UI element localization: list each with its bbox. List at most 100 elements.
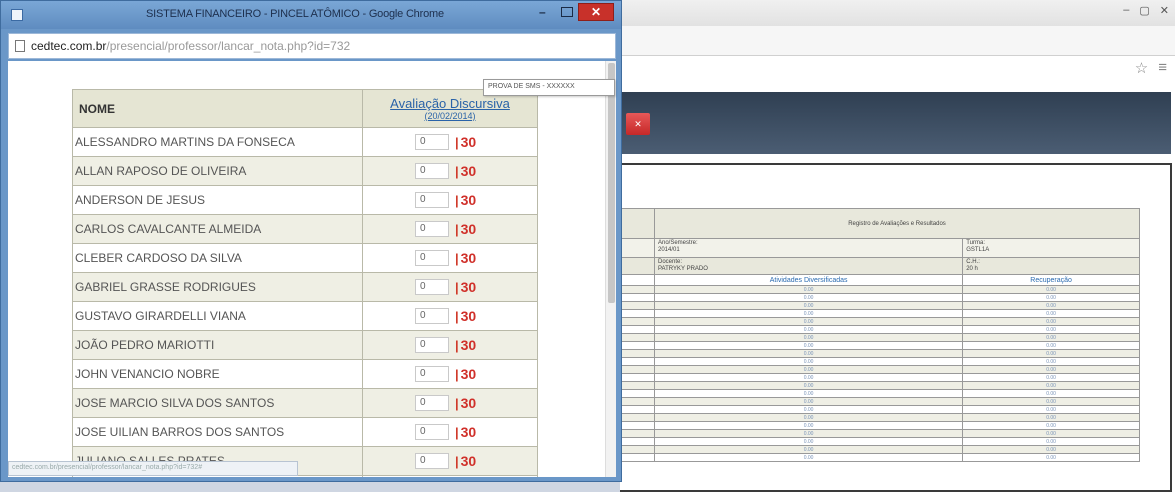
report-cell-recuperacao: 0.00 — [962, 349, 1140, 358]
report-cell-recuperacao: 0.00 — [962, 285, 1140, 294]
report-cell-atividades: 0.00 — [653, 373, 964, 382]
background-minimize-button[interactable]: – — [1123, 4, 1129, 17]
grade-cell: 0|30 — [362, 214, 538, 244]
url-bar[interactable]: cedtec.com.br/presencial/professor/lanca… — [8, 33, 616, 59]
grade-max-value: 30 — [460, 279, 477, 295]
report-cell-atividades: 0.00 — [653, 397, 964, 406]
grade-input[interactable]: 0 — [415, 250, 449, 266]
report-cell-recuperacao: 0.00 — [962, 373, 1140, 382]
report-cell-atividades: 0.00 — [653, 357, 964, 366]
scrollbar[interactable] — [605, 61, 616, 477]
report-cell-recuperacao: 0.00 — [962, 405, 1140, 414]
table-row: CARLOS CAVALCANTE ALMEIDA 0 | 30 — [72, 214, 538, 244]
grades-rows: ALESSANDRO MARTINS DA FONSECA 0 | 30 ALLAN R… — [72, 127, 538, 477]
grade-cell: 0 |30 — [362, 272, 538, 302]
grade-separator: | — [455, 424, 459, 440]
report-col-atividades[interactable]: Atividades Diversificadas — [653, 274, 964, 286]
evaluation-date[interactable]: (20/02/2014) — [363, 111, 537, 122]
grade-separator: | — [455, 163, 459, 179]
background-window-controls: – ▢ ✕ — [1123, 4, 1169, 17]
grade-input[interactable]: 0 — [415, 366, 449, 382]
table-row: JOSE MARCIO SILVA DOS SANTOS 0 | 30 — [72, 388, 538, 418]
report-cell-recuperacao: 0.00 — [962, 421, 1140, 430]
grades-table: NOME Avaliação Discursiva (20/02/2014) A… — [72, 89, 538, 477]
grade-input[interactable]: 0 — [415, 221, 449, 237]
grade-input[interactable]: 0 — [415, 134, 449, 150]
table-row: ALLAN RAPOSO DE OLIVEIRA 0 | 30 — [72, 156, 538, 186]
grade-input[interactable]: 0 — [415, 279, 449, 295]
grade-max-value: 30 — [460, 308, 477, 324]
report-cell-recuperacao: 0.00 — [962, 429, 1140, 438]
report-col-recuperacao[interactable]: Recuperação — [962, 274, 1140, 286]
popup-window: SISTEMA FINANCEIRO - PINCEL ATÔMICO - Go… — [0, 0, 622, 482]
grade-separator: | — [455, 366, 459, 382]
student-name: JOSE MARCIO SILVA DOS SANTOS — [72, 388, 363, 418]
report-cell-recuperacao: 0.00 — [962, 381, 1140, 390]
grade-separator: | — [455, 308, 459, 324]
report-row: 0.00 0.00 — [620, 285, 1140, 294]
grade-max-value: 30 — [460, 163, 477, 179]
close-button[interactable]: ✕ — [578, 3, 614, 21]
report-row: 0.00 0.00 — [620, 421, 1140, 430]
table-row: JOÃO PEDRO MARIOTTI 0 | 30 — [72, 330, 538, 360]
report-cell-recuperacao: 0.00 — [962, 397, 1140, 406]
report-cell-atividades: 0.00 — [653, 389, 964, 398]
grade-input[interactable]: 0 — [415, 395, 449, 411]
star-icon[interactable]: ☆ — [1135, 59, 1148, 77]
page-document-icon — [15, 40, 25, 52]
grade-cell: 0 |30 — [362, 156, 538, 186]
report-row: 0.00 0.00 — [620, 429, 1140, 438]
background-close-icon[interactable]: ✕ — [626, 113, 650, 135]
table-row: JOSE UILIAN BARROS DOS SANTOS 0 | 30 — [72, 417, 538, 447]
grade-cell: 0|30 — [362, 388, 538, 418]
grade-input[interactable]: 0 — [415, 163, 449, 179]
grade-separator: | — [455, 279, 459, 295]
column-header-name: NOME — [72, 89, 363, 128]
grade-input[interactable]: 0 — [415, 192, 449, 208]
grade-input[interactable]: 0 — [415, 308, 449, 324]
grade-input[interactable]: 0 — [415, 337, 449, 353]
grade-input[interactable]: 0 — [415, 453, 449, 469]
grade-cell: 0 |30 — [362, 185, 538, 215]
url-text: cedtec.com.br/presencial/professor/lanca… — [31, 39, 351, 53]
report-cell-recuperacao: 0.00 — [962, 413, 1140, 422]
menu-icon[interactable]: ≡ — [1158, 59, 1167, 77]
student-name: ALLAN RAPOSO DE OLIVEIRA — [72, 156, 363, 186]
report-cell-recuperacao: 0.00 — [962, 325, 1140, 334]
background-maximize-button[interactable]: ▢ — [1139, 4, 1149, 17]
report-cell-recuperacao: 0.00 — [962, 389, 1140, 398]
student-name: JOÃO PEDRO MARIOTTI — [72, 330, 363, 360]
report-cell-recuperacao: 0.00 — [962, 453, 1140, 462]
report-row: 0.00 0.00 — [620, 317, 1140, 326]
report-cell-recuperacao: 0.00 — [962, 293, 1140, 302]
grade-max-value: 30 — [460, 134, 477, 150]
grade-cell: 0|30 — [362, 417, 538, 447]
table-row: JOHN VENANCIO NOBRE 0 | 30 — [72, 359, 538, 389]
grade-input[interactable]: 0 — [415, 424, 449, 440]
grade-max-value: 30 — [460, 250, 477, 266]
grade-cell: 0|30 — [362, 475, 538, 477]
report-row: 0.00 0.00 — [620, 389, 1140, 398]
table-row: CLEBER CARDOSO DA SILVA 0 | 30 — [72, 243, 538, 273]
background-close-button[interactable]: ✕ — [1160, 4, 1169, 17]
grade-max-value: 30 — [460, 221, 477, 237]
minimize-button[interactable]: – — [539, 5, 546, 19]
report-row: 0.00 0.00 — [620, 357, 1140, 366]
grade-separator: | — [455, 192, 459, 208]
scrollbar-thumb[interactable] — [608, 63, 615, 303]
report-cell-atividades: 0.00 — [653, 381, 964, 390]
status-bar-url: cedtec.com.br/presencial/professor/lanca… — [8, 461, 298, 476]
grade-cell: 0|30 — [362, 243, 538, 273]
maximize-button[interactable] — [561, 7, 573, 17]
grade-separator: | — [455, 337, 459, 353]
tooltip: PROVA DE SMS - XXXXXX — [483, 79, 615, 96]
report-row: 0.00 0.00 — [620, 349, 1140, 358]
student-name: CLEBER CARDOSO DA SILVA — [72, 243, 363, 273]
student-name: JOHN VENANCIO NOBRE — [72, 359, 363, 389]
popup-title: SISTEMA FINANCEIRO - PINCEL ATÔMICO - Go… — [146, 8, 444, 20]
evaluation-title-link[interactable]: Avaliação Discursiva — [363, 96, 537, 111]
grade-max-value: 30 — [460, 192, 477, 208]
student-name: GABRIEL GRASSE RODRIGUES — [72, 272, 363, 302]
background-report-table: Registro de Avaliações e Resultados Ano/… — [620, 208, 1140, 462]
grade-cell: 0|30 — [362, 330, 538, 360]
